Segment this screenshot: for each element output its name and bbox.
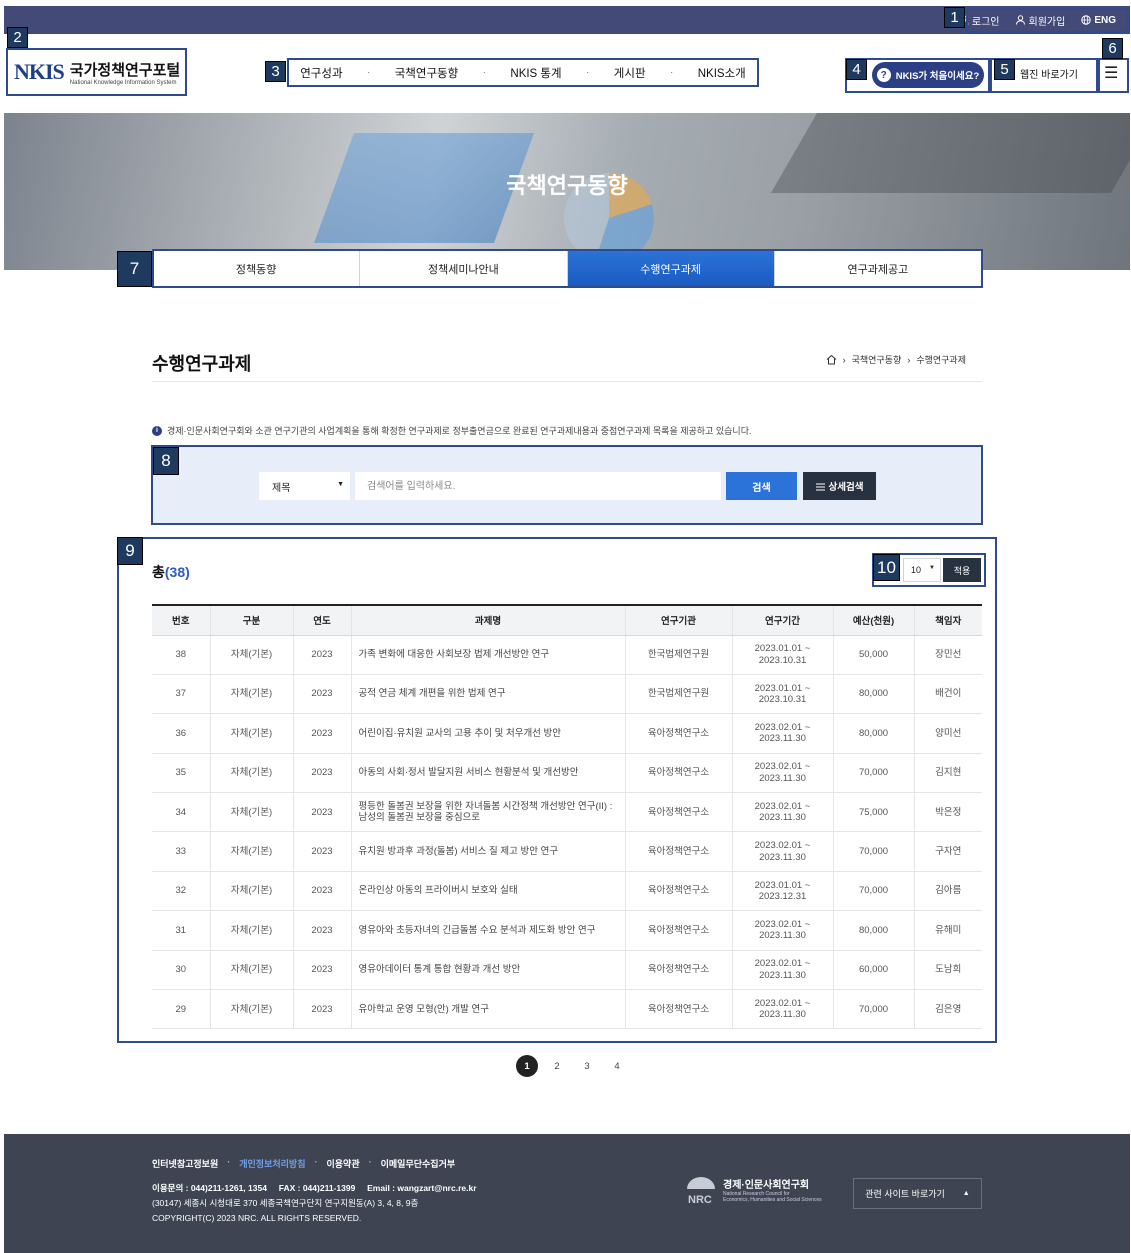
footer-links: 인터넷참고정보원 · 개인정보처리방침 · 이용약관 · 이메일무단수집거부: [152, 1157, 455, 1170]
annotation-box: [6, 48, 187, 96]
annotation-badge: 6: [1102, 38, 1123, 59]
caret-up-icon: ▲: [962, 1190, 970, 1197]
annotation-badge: 7: [117, 251, 152, 287]
footer-link-email-refusal[interactable]: 이메일무단수집거부: [381, 1157, 456, 1170]
footer-fax: FAX : 044)211-1399: [278, 1183, 356, 1193]
hero-banner: 국책연구동향: [4, 113, 1130, 270]
breadcrumb-item[interactable]: 국책연구동향: [852, 353, 902, 366]
pagination: 1 2 3 4: [516, 1055, 628, 1077]
annotation-badge: 8: [153, 447, 179, 475]
divider: [152, 381, 982, 382]
footer-link-privacy[interactable]: 개인정보처리방침: [239, 1157, 305, 1170]
footer-address: (30147) 세종시 시청대로 370 세종국책연구단지 연구지원동(A) 3…: [152, 1197, 419, 1208]
annotation-box: [151, 445, 983, 525]
annotation-badge: 2: [7, 27, 28, 48]
annotation-badge: 3: [265, 61, 286, 82]
annotation-box: [287, 58, 759, 87]
annotation-box: [1098, 58, 1129, 93]
chevron-right-icon: ›: [842, 354, 846, 365]
hero-title: 국책연구동향: [506, 173, 628, 198]
chevron-right-icon: ›: [907, 354, 911, 365]
footer-link-terms[interactable]: 이용약관: [327, 1157, 360, 1170]
nrc-logo-text: 경제·인문사회연구회 National Research Council for…: [723, 1176, 822, 1203]
footer-link-reference[interactable]: 인터넷참고정보원: [152, 1157, 218, 1170]
annotation-badge: 5: [994, 59, 1015, 80]
annotation-badge: 10: [873, 554, 900, 581]
annotation-badge: 4: [846, 59, 867, 80]
svg-text:NRC: NRC: [688, 1194, 712, 1205]
page-title: 수행연구과제: [152, 354, 252, 374]
footer-separator: ·: [227, 1157, 231, 1167]
breadcrumb-item[interactable]: 수행연구과제: [916, 353, 966, 366]
footer-separator: ·: [368, 1157, 372, 1167]
related-sites-dropdown[interactable]: 관련 사이트 바로가기 ▲: [853, 1178, 982, 1209]
nrc-emblem-icon: NRC: [685, 1173, 717, 1206]
notice-text: 경제·인문사회연구회와 소관 연구기관의 사업계획을 통해 확정한 연구과제로 …: [167, 426, 752, 436]
annotation-box: [966, 8, 1129, 33]
footer: 인터넷참고정보원 · 개인정보처리방침 · 이용약관 · 이메일무단수집거부 이…: [4, 1134, 1130, 1253]
footer-contact: 이용문의 : 044)211-1261, 1354: [152, 1183, 267, 1193]
page-link[interactable]: 1: [516, 1055, 538, 1077]
breadcrumb: › 국책연구동향 › 수행연구과제: [826, 353, 966, 366]
annotation-badge: 9: [117, 537, 143, 565]
footer-copyright: COPYRIGHT(C) 2023 NRC. ALL RIGHTS RESERV…: [152, 1212, 362, 1223]
nrc-name-en-line2: Economics, Humanities and Social Science…: [723, 1196, 822, 1203]
nrc-logo[interactable]: NRC 경제·인문사회연구회 National Research Council…: [685, 1173, 822, 1206]
info-icon: i: [152, 425, 162, 436]
info-notice: i 경제·인문사회연구회와 소관 연구기관의 사업계획을 통해 확정한 연구과제…: [152, 424, 752, 437]
page-link[interactable]: 2: [546, 1055, 568, 1077]
annotation-box: [152, 249, 983, 288]
page-link[interactable]: 3: [576, 1055, 598, 1077]
home-icon[interactable]: [826, 354, 837, 365]
footer-contact-line: 이용문의 : 044)211-1261, 1354 FAX : 044)211-…: [152, 1181, 477, 1196]
footer-separator: ·: [314, 1157, 318, 1167]
annotation-box: [117, 537, 997, 1043]
page-link[interactable]: 4: [606, 1055, 628, 1077]
annotation-badge: 1: [944, 7, 965, 28]
footer-email: Email : wangzart@nrc.re.kr: [367, 1183, 477, 1193]
nrc-name-ko: 경제·인문사회연구회: [723, 1179, 810, 1191]
related-sites-label: 관련 사이트 바로가기: [865, 1189, 945, 1199]
footer-info: 이용문의 : 044)211-1261, 1354 FAX : 044)211-…: [152, 1181, 477, 1226]
